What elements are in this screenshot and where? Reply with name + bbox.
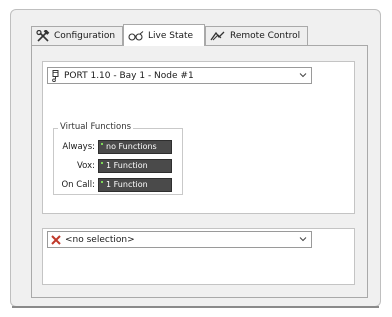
secondary-selection-box: <no selection> — [42, 228, 355, 285]
node-state-box: PORT 1.10 - Bay 1 - Node #1 Virtual Func… — [42, 61, 355, 214]
vf-row-vox: Vox: 1 Function — [54, 159, 182, 173]
tab-configuration-label: Configuration — [54, 31, 116, 41]
chevron-down-icon[interactable] — [298, 234, 308, 244]
vf-row-always: Always: no Functions — [54, 140, 182, 154]
tab-remote-control-label: Remote Control — [230, 31, 301, 41]
window-bottom-edge — [12, 306, 379, 308]
status-indicator — [101, 181, 103, 183]
status-indicator — [101, 162, 103, 164]
vf-label-vox: Vox: — [77, 161, 95, 171]
hammer-wrench-icon — [36, 30, 50, 42]
secondary-selector-value: <no selection> — [65, 234, 135, 245]
status-indicator — [101, 143, 103, 145]
remote-control-icon — [210, 31, 226, 41]
red-x-icon — [51, 234, 61, 245]
virtual-functions-title: Virtual Functions — [58, 122, 134, 132]
secondary-selector-dropdown[interactable]: <no selection> — [47, 231, 312, 248]
vf-value-vox: 1 Function — [98, 159, 172, 173]
node-selector-dropdown[interactable]: PORT 1.10 - Bay 1 - Node #1 — [47, 67, 312, 84]
vf-value-on-call: 1 Function — [98, 178, 172, 192]
port-node-icon — [51, 69, 60, 82]
chevron-down-icon[interactable] — [298, 70, 308, 80]
vf-row-on-call: On Call: 1 Function — [54, 178, 182, 192]
vf-label-on-call: On Call: — [61, 180, 95, 190]
glasses-icon — [128, 30, 144, 41]
virtual-functions-group: Virtual Functions Always: no Functions V… — [53, 122, 183, 195]
tab-remote-control[interactable]: Remote Control — [205, 26, 308, 45]
vf-label-always: Always: — [62, 142, 95, 152]
tab-configuration[interactable]: Configuration — [31, 26, 123, 45]
live-state-panel: PORT 1.10 - Bay 1 - Node #1 Virtual Func… — [31, 45, 368, 298]
tab-live-state-label: Live State — [148, 30, 194, 41]
node-selector-value: PORT 1.10 - Bay 1 - Node #1 — [64, 70, 194, 81]
tab-live-state[interactable]: Live State — [123, 24, 205, 46]
vf-value-always: no Functions — [98, 140, 172, 154]
